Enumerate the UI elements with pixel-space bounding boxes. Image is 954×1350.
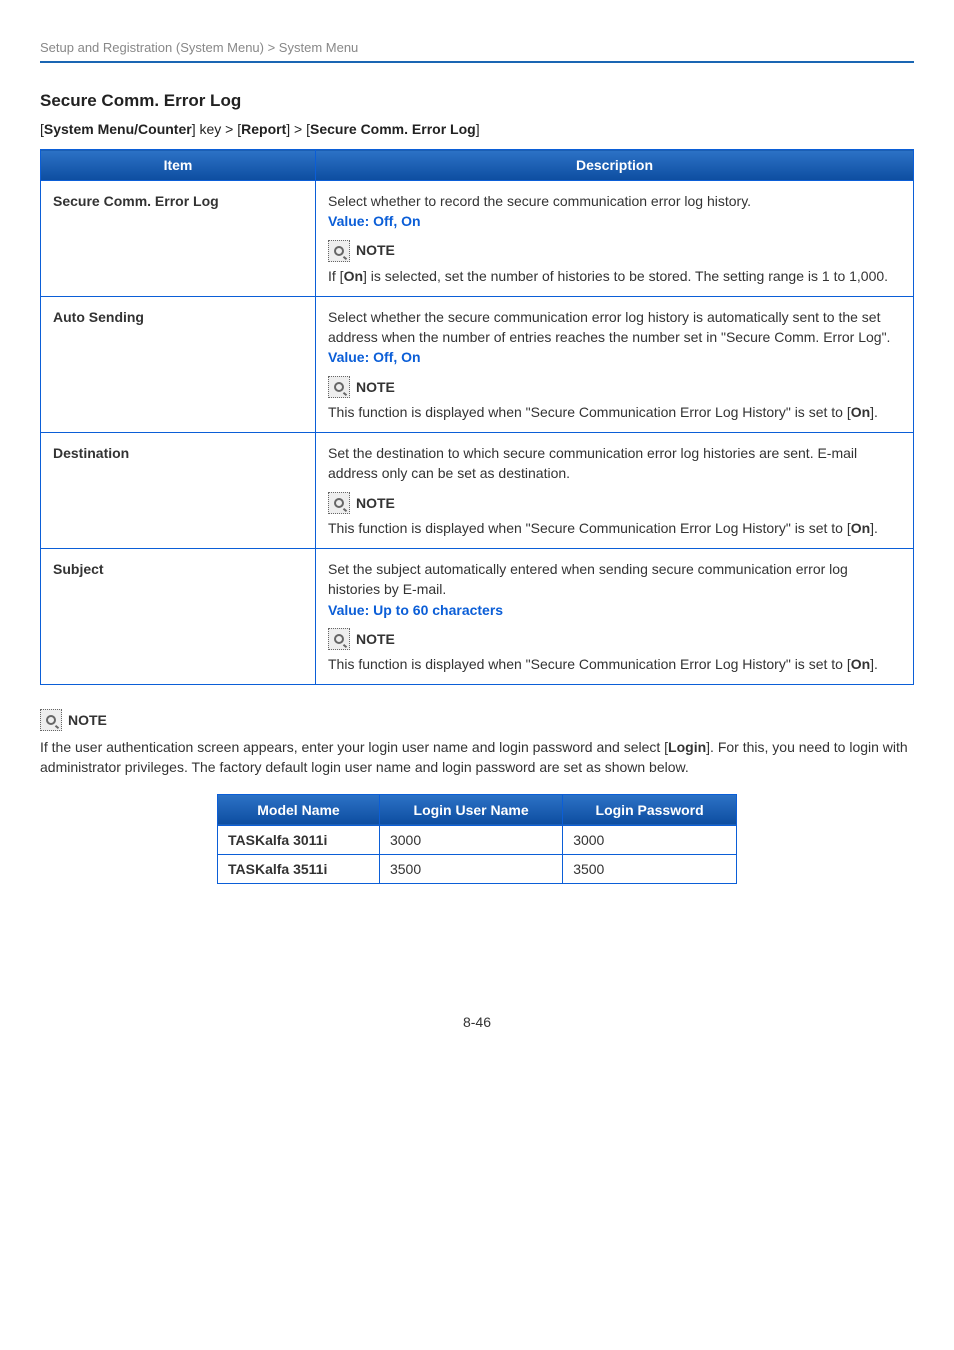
note-body: This function is displayed when "Secure … [328, 518, 901, 538]
note-body: This function is displayed when "Secure … [328, 402, 901, 422]
user-cell: 3500 [379, 854, 562, 883]
item-cell: Destination [41, 433, 316, 549]
col-user: Login User Name [379, 794, 562, 825]
note-label: NOTE [356, 493, 395, 513]
item-cell: Subject [41, 548, 316, 684]
col-item: Item [41, 150, 316, 181]
model-login-table: Model Name Login User Name Login Passwor… [217, 794, 737, 884]
note-icon [328, 628, 350, 650]
note-label: NOTE [68, 712, 107, 728]
model-cell: TASKalfa 3011i [218, 825, 380, 854]
col-model: Model Name [218, 794, 380, 825]
main-desc-table: Item Description Secure Comm. Error Log … [40, 149, 914, 685]
item-cell: Auto Sending [41, 296, 316, 432]
desc-cell: Select whether the secure communication … [316, 296, 914, 432]
desc-text: Select whether the secure communication … [328, 307, 901, 348]
note-icon [328, 376, 350, 398]
standalone-note-heading: NOTE [40, 709, 914, 731]
pass-cell: 3000 [563, 825, 737, 854]
table-row: TASKalfa 3511i 3500 3500 [218, 854, 737, 883]
note-icon [328, 492, 350, 514]
desc-text: Set the destination to which secure comm… [328, 443, 901, 484]
note-heading: NOTE [328, 376, 901, 398]
login-note-body: If the user authentication screen appear… [40, 737, 914, 778]
menu-path: [System Menu/Counter] key > [Report] > [… [40, 121, 914, 137]
note-label: NOTE [356, 377, 395, 397]
table-row: Secure Comm. Error Log Select whether to… [41, 181, 914, 297]
model-cell: TASKalfa 3511i [218, 854, 380, 883]
desc-cell: Set the subject automatically entered wh… [316, 548, 914, 684]
top-rule [40, 61, 914, 63]
value-text: Value: Up to 60 characters [328, 600, 901, 620]
note-icon [328, 240, 350, 262]
desc-cell: Set the destination to which secure comm… [316, 433, 914, 549]
note-icon [40, 709, 62, 731]
desc-cell: Select whether to record the secure comm… [316, 181, 914, 297]
table-row: Destination Set the destination to which… [41, 433, 914, 549]
section-heading: Secure Comm. Error Log [40, 91, 914, 111]
value-text: Value: Off, On [328, 211, 901, 231]
col-description: Description [316, 150, 914, 181]
user-cell: 3000 [379, 825, 562, 854]
table-row: TASKalfa 3011i 3000 3000 [218, 825, 737, 854]
table-row: Auto Sending Select whether the secure c… [41, 296, 914, 432]
note-body: If [On] is selected, set the number of h… [328, 266, 901, 286]
desc-text: Select whether to record the secure comm… [328, 191, 901, 211]
breadcrumb: Setup and Registration (System Menu) > S… [40, 40, 914, 61]
note-heading: NOTE [328, 628, 901, 650]
pass-cell: 3500 [563, 854, 737, 883]
item-cell: Secure Comm. Error Log [41, 181, 316, 297]
table-row: Subject Set the subject automatically en… [41, 548, 914, 684]
note-body: This function is displayed when "Secure … [328, 654, 901, 674]
desc-text: Set the subject automatically entered wh… [328, 559, 901, 600]
page-number: 8-46 [40, 1014, 914, 1030]
note-label: NOTE [356, 240, 395, 260]
note-heading: NOTE [328, 492, 901, 514]
note-label: NOTE [356, 629, 395, 649]
value-text: Value: Off, On [328, 347, 901, 367]
note-heading: NOTE [328, 240, 901, 262]
col-pass: Login Password [563, 794, 737, 825]
